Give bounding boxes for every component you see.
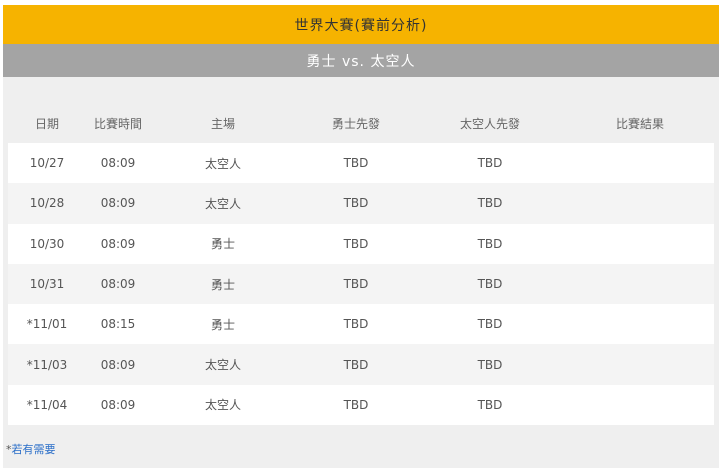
table-row: *11/01 08:15 勇士 TBD TBD bbox=[8, 304, 714, 345]
cell-time: 08:15 bbox=[100, 317, 136, 332]
series-title-bar: 世界大賽(賽前分析) bbox=[3, 5, 719, 44]
table-row: 10/27 08:09 太空人 TBD TBD bbox=[8, 143, 714, 184]
cell-home: 勇士 bbox=[210, 237, 236, 252]
cell-astros-starter: TBD bbox=[477, 317, 503, 332]
series-title: 世界大賽(賽前分析) bbox=[294, 17, 428, 34]
footnote: *若有需要 bbox=[6, 441, 56, 457]
cell-date: 10/28 bbox=[29, 196, 65, 211]
cell-home: 太空人 bbox=[204, 358, 242, 373]
table-row: *11/03 08:09 太空人 TBD TBD bbox=[8, 344, 714, 385]
cell-date: 10/27 bbox=[29, 156, 65, 171]
footnote-link[interactable]: 若有需要 bbox=[12, 443, 56, 456]
cell-home: 太空人 bbox=[204, 398, 242, 413]
cell-braves-starter: TBD bbox=[343, 357, 369, 372]
cell-braves-starter: TBD bbox=[343, 236, 369, 251]
cell-braves-starter: TBD bbox=[343, 317, 369, 332]
cell-date: 10/30 bbox=[29, 236, 65, 251]
cell-time: 08:09 bbox=[100, 397, 136, 412]
header-date: 日期 bbox=[34, 116, 60, 131]
cell-astros-starter: TBD bbox=[477, 156, 503, 171]
table-row: 10/28 08:09 太空人 TBD TBD bbox=[8, 183, 714, 224]
cell-time: 08:09 bbox=[100, 236, 136, 251]
cell-astros-starter: TBD bbox=[477, 397, 503, 412]
matchup-bar: 勇士 vs. 太空人 bbox=[3, 44, 719, 77]
header-home: 主場 bbox=[210, 116, 236, 131]
cell-date: 10/31 bbox=[29, 277, 65, 292]
cell-date: *11/04 bbox=[26, 397, 68, 412]
header-astros-starter: 太空人先發 bbox=[459, 116, 521, 131]
header-braves-starter: 勇士先發 bbox=[331, 116, 381, 131]
cell-time: 08:09 bbox=[100, 357, 136, 372]
table-row: 10/31 08:09 勇士 TBD TBD bbox=[8, 263, 714, 305]
header-time: 比賽時間 bbox=[93, 116, 143, 131]
header-result: 比賽結果 bbox=[615, 116, 665, 131]
table-body: 10/27 08:09 太空人 TBD TBD 10/28 08:09 太空人 TBD TBD 10… bbox=[8, 143, 714, 426]
cell-home: 勇士 bbox=[210, 277, 236, 292]
cell-astros-starter: TBD bbox=[477, 236, 503, 251]
table-header-row: 日期 比賽時間 主場 勇士先發 太空人先發 比賽結果 bbox=[8, 103, 714, 143]
cell-date: *11/01 bbox=[26, 317, 68, 332]
cell-braves-starter: TBD bbox=[343, 196, 369, 211]
preview-widget: 世界大賽(賽前分析) 勇士 vs. 太空人 日期 比賽時間 主場 勇士先發 太空… bbox=[3, 0, 719, 472]
table-row: 10/30 08:09 勇士 TBD TBD bbox=[8, 223, 714, 264]
cell-home: 太空人 bbox=[204, 196, 242, 211]
cell-braves-starter: TBD bbox=[343, 397, 369, 412]
cell-astros-starter: TBD bbox=[477, 357, 503, 372]
cell-braves-starter: TBD bbox=[343, 156, 369, 171]
cell-astros-starter: TBD bbox=[477, 196, 503, 211]
schedule-panel: 日期 比賽時間 主場 勇士先發 太空人先發 比賽結果 10/27 08:09 太空人… bbox=[3, 77, 719, 468]
cell-time: 08:09 bbox=[100, 196, 136, 211]
cell-braves-starter: TBD bbox=[343, 277, 369, 292]
cell-time: 08:09 bbox=[100, 277, 136, 292]
cell-home: 勇士 bbox=[210, 317, 236, 332]
cell-time: 08:09 bbox=[100, 156, 136, 171]
table-row: *11/04 08:09 太空人 TBD TBD bbox=[8, 384, 714, 426]
cell-date: *11/03 bbox=[26, 357, 68, 372]
matchup-label: 勇士 vs. 太空人 bbox=[306, 53, 416, 70]
schedule-table: 日期 比賽時間 主場 勇士先發 太空人先發 比賽結果 10/27 08:09 太空人… bbox=[8, 103, 714, 426]
cell-home: 太空人 bbox=[204, 156, 242, 171]
cell-astros-starter: TBD bbox=[477, 277, 503, 292]
